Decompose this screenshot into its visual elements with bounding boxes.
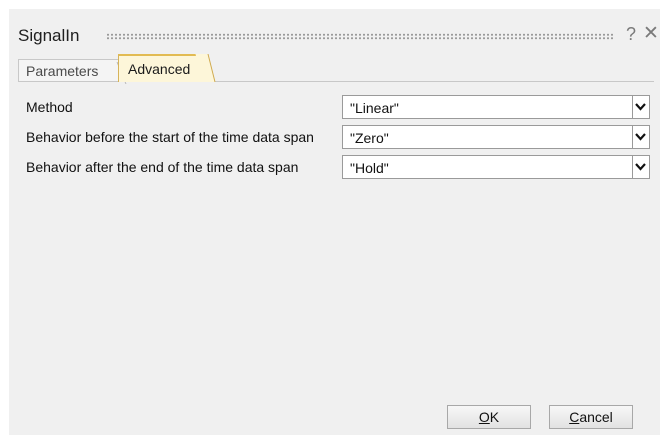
cancel-button[interactable]: Cancel	[549, 405, 633, 429]
ok-label-rest: K	[489, 409, 500, 425]
question-mark-icon[interactable]: ?	[626, 24, 636, 44]
before-start-label: Behavior before the start of the time da…	[26, 129, 314, 145]
ok-button[interactable]: OK	[447, 405, 531, 429]
method-label: Method	[26, 99, 73, 115]
tab-strip: Parameters Advanced	[9, 49, 660, 89]
after-end-label: Behavior after the end of the time data …	[26, 159, 299, 175]
before-start-row: Behavior before the start of the time da…	[9, 122, 660, 152]
close-icon[interactable]: ✕	[643, 24, 659, 44]
method-dropdown[interactable]: "Linear"	[342, 95, 650, 119]
chevron-down-icon[interactable]	[632, 156, 649, 178]
title-bar[interactable]: SignalIn ? ✕	[9, 9, 660, 49]
cancel-label-rest: ancel	[579, 409, 613, 425]
before-start-dropdown[interactable]: "Zero"	[342, 125, 650, 149]
chevron-down-icon[interactable]	[632, 96, 649, 118]
after-end-value: "Hold"	[350, 160, 389, 176]
cancel-mnemonic: C	[569, 409, 580, 425]
method-row: Method "Linear"	[9, 92, 660, 122]
tab-advanced[interactable]: Advanced	[118, 54, 206, 82]
tab-divider	[18, 81, 654, 82]
ok-mnemonic: O	[478, 409, 490, 425]
tab-parameters[interactable]: Parameters	[18, 59, 120, 81]
method-value: "Linear"	[350, 100, 399, 116]
signalin-dialog: SignalIn ? ✕ Parameters Advanced Method …	[9, 9, 660, 435]
after-end-dropdown[interactable]: "Hold"	[342, 155, 650, 179]
after-end-row: Behavior after the end of the time data …	[9, 152, 660, 182]
dialog-title: SignalIn	[18, 26, 80, 45]
before-start-value: "Zero"	[350, 130, 389, 146]
drag-grip[interactable]	[106, 33, 615, 40]
chevron-down-icon[interactable]	[632, 126, 649, 148]
